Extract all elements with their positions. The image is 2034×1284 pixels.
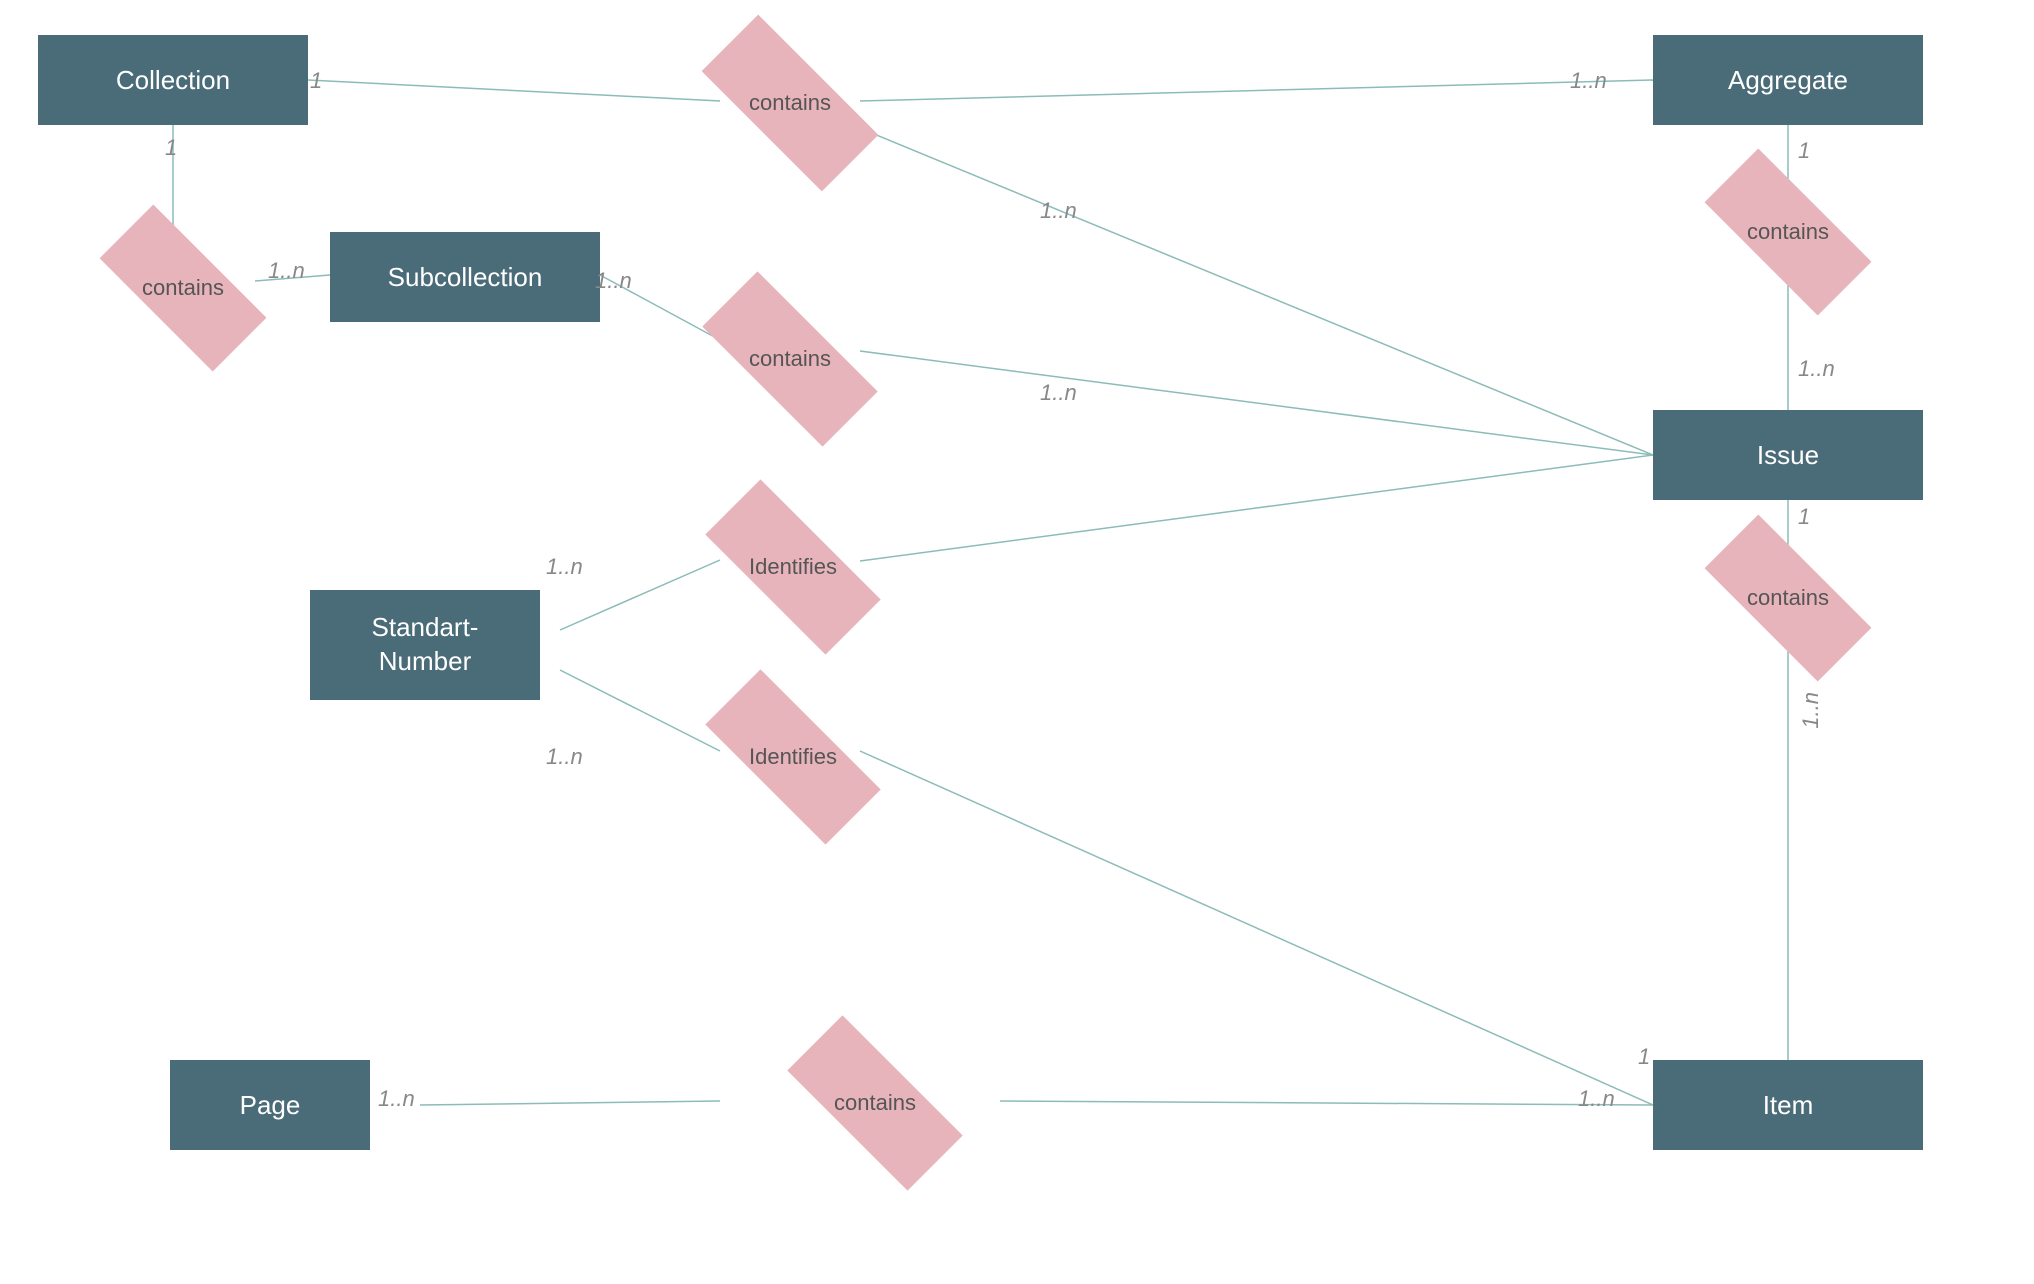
entity-standart-number: Standart- Number (310, 590, 540, 700)
card-contains6-item: 1..n (1578, 1086, 1615, 1112)
diamond-contains-5: contains (1693, 558, 1883, 638)
diamond-contains-4: contains (1693, 192, 1883, 272)
diamond-identifies-1: Identifies (693, 526, 893, 608)
card-collection-contains1: 1 (310, 68, 322, 94)
card-contains1-aggregate: 1..n (1570, 68, 1607, 94)
card-standart-identifies1: 1..n (546, 554, 583, 580)
card-standart-identifies2: 1..n (546, 744, 583, 770)
diamond-contains-6: contains (775, 1062, 975, 1144)
diamond-contains-2: contains (88, 248, 278, 328)
entity-collection: Collection (38, 35, 308, 125)
entity-page: Page (170, 1060, 370, 1150)
card-contains5-item: 1..n (1798, 692, 1824, 729)
card-subcollection-contains3: 1..n (595, 268, 632, 294)
card-identifies2-item: 1 (1638, 1044, 1650, 1070)
card-contains1-issue: 1..n (1040, 198, 1077, 224)
entity-subcollection: Subcollection (330, 232, 600, 322)
card-collection-contains2: 1 (165, 135, 177, 161)
card-contains2-subcollection: 1..n (268, 258, 305, 284)
card-issue-contains5: 1 (1798, 504, 1810, 530)
card-contains3-issue: 1..n (1040, 380, 1077, 406)
card-page-contains6: 1..n (378, 1086, 415, 1112)
entity-issue: Issue (1653, 410, 1923, 500)
er-diagram: Collection Aggregate Subcollection Issue… (0, 0, 2034, 1284)
card-contains4-issue: 1..n (1798, 356, 1835, 382)
diamond-identifies-2: Identifies (693, 716, 893, 798)
diamond-contains-1: contains (690, 60, 890, 145)
card-aggregate-contains4: 1 (1798, 138, 1810, 164)
diamond-contains-3: contains (690, 318, 890, 400)
entity-item: Item (1653, 1060, 1923, 1150)
entity-aggregate: Aggregate (1653, 35, 1923, 125)
